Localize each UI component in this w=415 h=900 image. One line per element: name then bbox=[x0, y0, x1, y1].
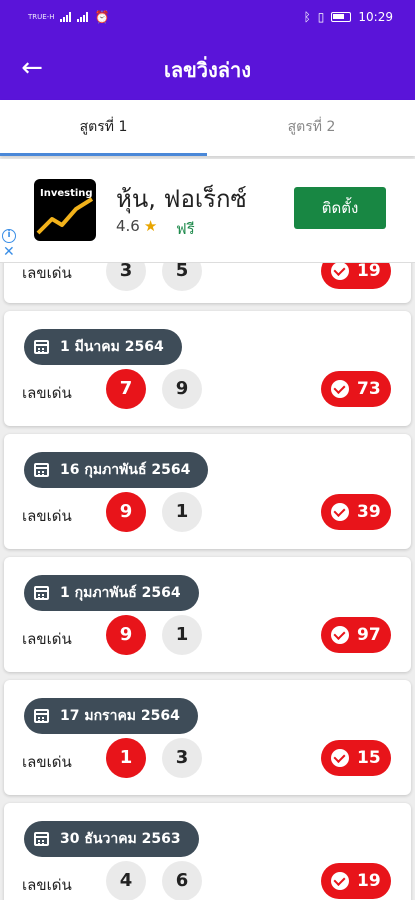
status-right: ᛒ ▯ 10:29 bbox=[304, 10, 393, 24]
calendar-icon bbox=[34, 832, 49, 846]
signal-icon bbox=[60, 12, 72, 22]
check-circle-icon bbox=[331, 263, 349, 280]
date-text: 1 กุมภาพันธ์ 2564 bbox=[60, 585, 181, 601]
hit-score-badge: 19 bbox=[321, 263, 391, 289]
date-chip: 16 กุมภาพันธ์ 2564 bbox=[24, 452, 209, 488]
hit-score-badge: 73 bbox=[321, 371, 391, 407]
date-text: 30 ธันวาคม 2563 bbox=[60, 831, 181, 847]
ad-app-name: หุ้น, ฟอเร็กซ์ bbox=[116, 185, 247, 213]
calendar-icon bbox=[34, 709, 49, 723]
signal-icon-2 bbox=[77, 12, 89, 22]
vibrate-icon: ▯ bbox=[317, 10, 325, 24]
number-ball: 1 bbox=[162, 492, 202, 532]
tab-bar: สูตรที่ 1 สูตรที่ 2 bbox=[0, 100, 415, 156]
number-ball: 1 bbox=[106, 738, 146, 778]
date-chip: 17 มกราคม 2564 bbox=[24, 698, 198, 734]
page-title: เลขวิ่งล่าง bbox=[163, 58, 251, 82]
hit-score-badge: 97 bbox=[321, 617, 391, 653]
hit-score-badge: 19 bbox=[321, 863, 391, 899]
result-card: 1 กุมภาพันธ์ 2564 เลขเด่น 9 1 97 bbox=[4, 557, 411, 672]
score-value: 19 bbox=[357, 263, 381, 281]
number-ball: 6 bbox=[162, 861, 202, 900]
hit-score-badge: 39 bbox=[321, 494, 391, 530]
ad-close-icon[interactable]: ✕ bbox=[3, 245, 15, 259]
tab-formula-2[interactable]: สูตรที่ 2 bbox=[208, 100, 415, 156]
check-circle-icon bbox=[331, 503, 349, 521]
ad-banner[interactable]: Investing หุ้น, ฟอเร็กซ์ 4.6 ★ ฟรี ติดตั้… bbox=[0, 159, 415, 263]
date-chip: 30 ธันวาคม 2563 bbox=[24, 821, 199, 857]
clock: 10:29 bbox=[358, 10, 393, 24]
ad-price: ฟรี bbox=[176, 220, 195, 238]
score-value: 73 bbox=[357, 379, 381, 399]
results-list: เลขเด่น 3 5 19 1 มีนาคม 2564 เลขเด่น 7 9… bbox=[0, 263, 415, 900]
number-ball: 9 bbox=[106, 492, 146, 532]
row-label: เลขเด่น bbox=[22, 384, 72, 402]
calendar-icon bbox=[34, 586, 49, 600]
bluetooth-icon: ᛒ bbox=[303, 10, 311, 24]
alarm-icon: ⏰ bbox=[94, 10, 110, 24]
ad-rating-value: 4.6 bbox=[116, 217, 140, 235]
number-ball: 4 bbox=[106, 861, 146, 900]
check-circle-icon bbox=[331, 749, 349, 767]
number-ball: 9 bbox=[162, 369, 202, 409]
date-chip: 1 กุมภาพันธ์ 2564 bbox=[24, 575, 199, 611]
result-card: 30 ธันวาคม 2563 เลขเด่น 4 6 19 bbox=[4, 803, 411, 900]
number-ball: 3 bbox=[162, 738, 202, 778]
result-card: เลขเด่น 3 5 19 bbox=[4, 263, 411, 303]
result-card: 16 กุมภาพันธ์ 2564 เลขเด่น 9 1 39 bbox=[4, 434, 411, 549]
chart-line-icon bbox=[36, 197, 94, 235]
number-ball: 9 bbox=[106, 615, 146, 655]
check-circle-icon bbox=[331, 872, 349, 890]
ad-info-icon[interactable]: i bbox=[2, 229, 16, 243]
calendar-icon bbox=[34, 463, 49, 477]
battery-icon bbox=[331, 12, 352, 22]
row-label: เลขเด่น bbox=[22, 753, 72, 771]
status-left: TRUE-H ⏰ bbox=[28, 10, 109, 24]
app-bar: ← เลขวิ่งล่าง bbox=[0, 38, 415, 100]
star-icon: ★ bbox=[143, 217, 158, 235]
row-label: เลขเด่น bbox=[22, 876, 72, 894]
number-ball: 1 bbox=[162, 615, 202, 655]
date-text: 17 มกราคม 2564 bbox=[60, 708, 180, 724]
row-label: เลขเด่น bbox=[22, 264, 72, 282]
row-label: เลขเด่น bbox=[22, 507, 72, 525]
check-circle-icon bbox=[331, 626, 349, 644]
ad-rating: 4.6 ★ bbox=[116, 217, 157, 235]
score-value: 19 bbox=[357, 871, 381, 891]
number-ball: 5 bbox=[162, 263, 202, 291]
result-card: 17 มกราคม 2564 เลขเด่น 1 3 15 bbox=[4, 680, 411, 795]
investing-logo: Investing bbox=[34, 179, 96, 241]
score-value: 97 bbox=[357, 625, 381, 645]
tab-formula-1[interactable]: สูตรที่ 1 bbox=[0, 100, 207, 156]
score-value: 15 bbox=[357, 748, 381, 768]
date-text: 1 มีนาคม 2564 bbox=[60, 339, 164, 355]
carrier-label: TRUE-H bbox=[28, 12, 55, 21]
date-chip: 1 มีนาคม 2564 bbox=[24, 329, 182, 365]
check-circle-icon bbox=[331, 380, 349, 398]
calendar-icon bbox=[34, 340, 49, 354]
hit-score-badge: 15 bbox=[321, 740, 391, 776]
number-ball: 7 bbox=[106, 369, 146, 409]
status-bar: TRUE-H ⏰ ᛒ ▯ 10:29 bbox=[0, 0, 415, 38]
result-card: 1 มีนาคม 2564 เลขเด่น 7 9 73 bbox=[4, 311, 411, 426]
date-text: 16 กุมภาพันธ์ 2564 bbox=[60, 462, 191, 478]
score-value: 39 bbox=[357, 502, 381, 522]
number-ball: 3 bbox=[106, 263, 146, 291]
row-label: เลขเด่น bbox=[22, 630, 72, 648]
install-button[interactable]: ติดตั้ง bbox=[294, 187, 386, 229]
tab-indicator bbox=[0, 153, 207, 156]
